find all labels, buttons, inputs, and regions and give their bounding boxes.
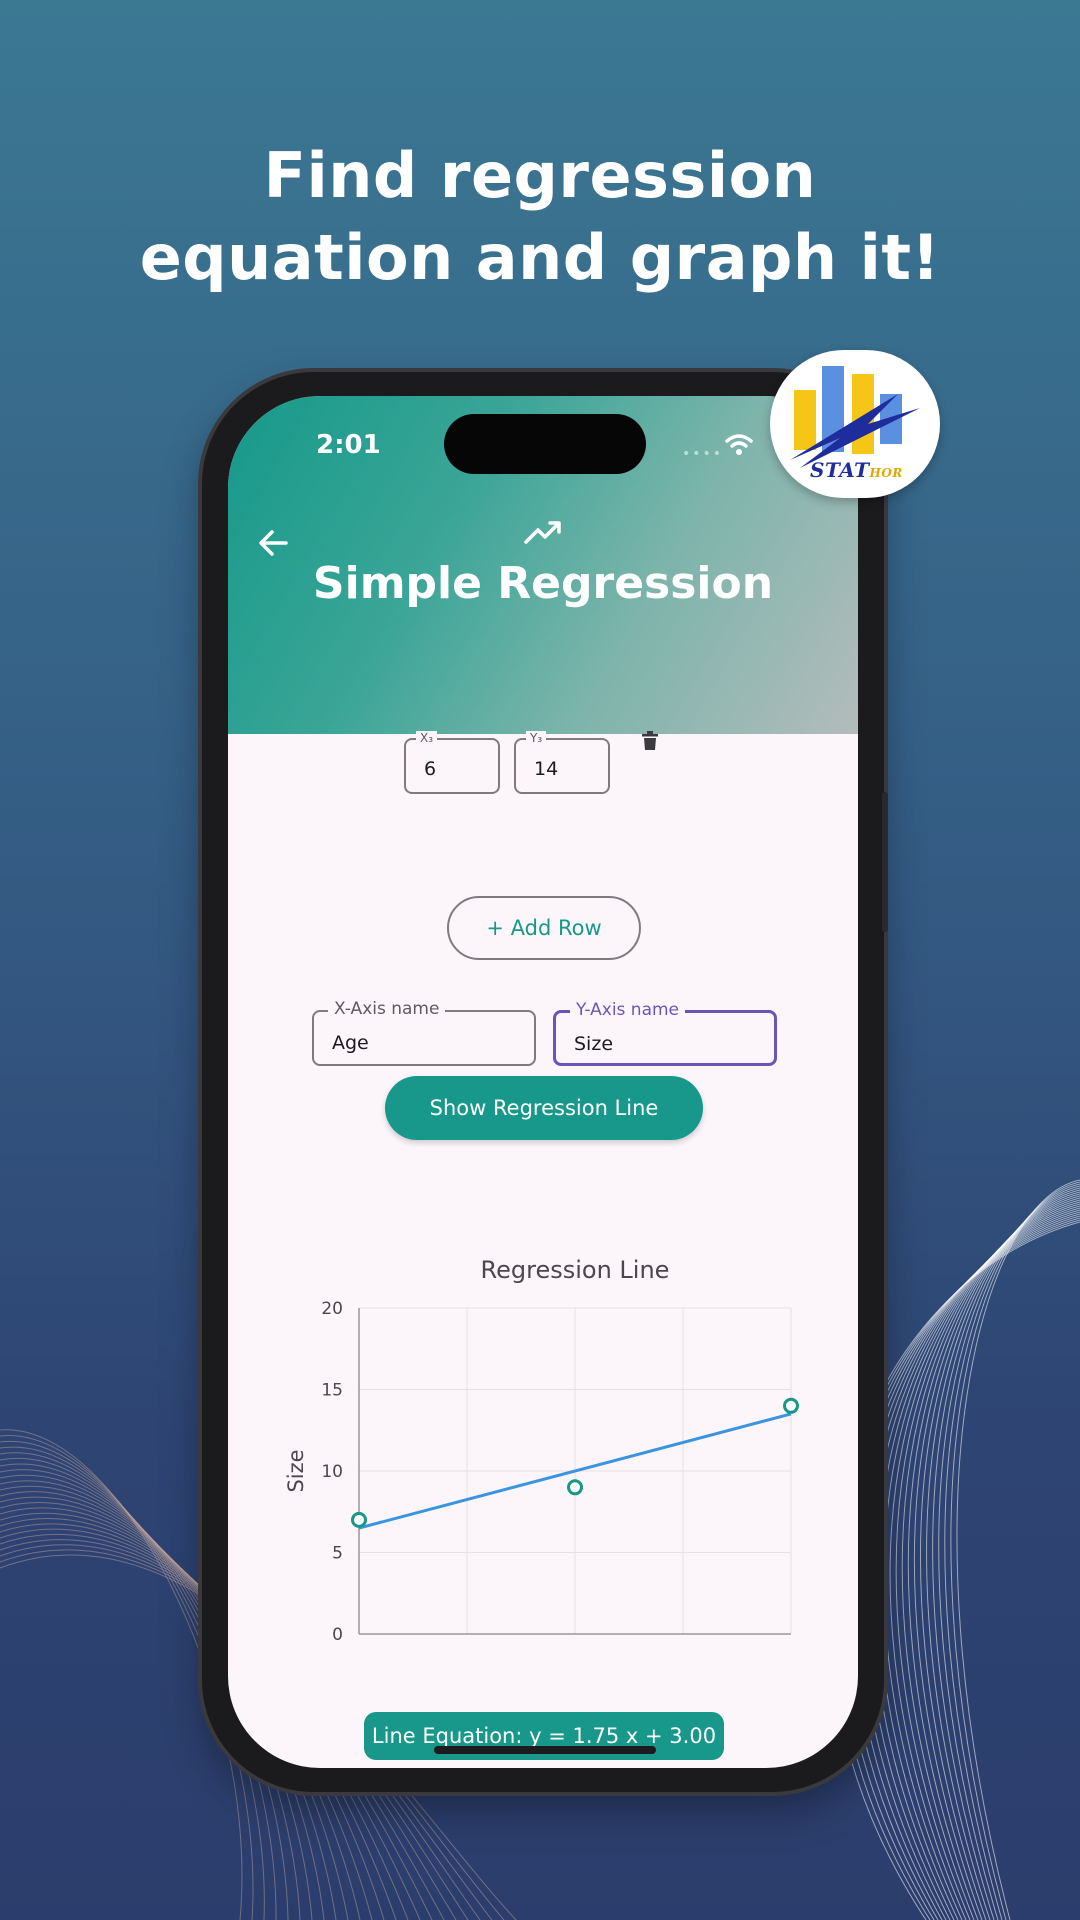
y3-label: Y₃ (526, 731, 547, 745)
x-axis-name-value: Age (332, 1032, 369, 1054)
chart-title: Regression Line (481, 1256, 670, 1284)
y-tick-label: 20 (321, 1299, 343, 1319)
headline-line-2: equation and graph it! (139, 221, 941, 294)
trash-icon[interactable] (640, 728, 660, 752)
phone-side-button (882, 792, 888, 932)
y3-input[interactable]: Y₃ 14 (514, 731, 610, 794)
arrow-left-icon[interactable] (256, 526, 290, 560)
wifi-icon (725, 434, 753, 455)
y-axis-name-field[interactable]: Y-Axis name Size (553, 1000, 777, 1066)
x3-value: 6 (424, 758, 437, 780)
y-axis-name-value: Size (574, 1033, 614, 1055)
dynamic-island (444, 414, 646, 474)
status-time: 2:01 (316, 430, 381, 460)
app-bar: 2:01 •••• Simple Regression (228, 396, 858, 734)
statthor-logo: STATHOR (770, 350, 940, 498)
y-tick-label: 10 (321, 1462, 343, 1482)
headline: Find regression equation and graph it! (0, 135, 1080, 299)
x3-label: X₃ (416, 731, 438, 745)
data-point (783, 1397, 799, 1414)
x3-input[interactable]: X₃ 6 (404, 731, 500, 794)
y-tick-label: 5 (332, 1544, 343, 1564)
show-regression-line-button[interactable]: Show Regression Line (385, 1076, 703, 1140)
home-indicator (434, 1746, 656, 1754)
add-row-button[interactable]: + Add Row (447, 896, 641, 960)
headline-line-1: Find regression (263, 139, 817, 212)
page-title: Simple Regression (312, 558, 774, 609)
trending-up-icon (524, 521, 561, 544)
x-axis-name-label: X-Axis name (328, 999, 446, 1019)
logo-text: STATHOR (810, 458, 903, 482)
data-point (351, 1511, 367, 1528)
regression-chart: Regression Line2345605101520AgeSize (284, 1256, 799, 1645)
y-tick-label: 15 (321, 1381, 343, 1401)
y-axis-label: Size (284, 1449, 308, 1492)
logo-text-main: STAT (810, 458, 870, 482)
logo-text-sub: HOR (869, 466, 903, 480)
phone-frame: 2:01 •••• Simple Regression X₃ 6 Y₃ 14 +… (202, 372, 888, 1792)
x-axis-name-field[interactable]: X-Axis name Age (312, 999, 536, 1066)
y-tick-label: 0 (332, 1625, 343, 1645)
y3-value: 14 (534, 758, 559, 780)
y-axis-name-label: Y-Axis name (570, 1000, 686, 1020)
data-point (567, 1479, 583, 1496)
app-screen: 2:01 •••• Simple Regression X₃ 6 Y₃ 14 +… (228, 396, 858, 1768)
signal-icon: •••• (682, 446, 724, 462)
